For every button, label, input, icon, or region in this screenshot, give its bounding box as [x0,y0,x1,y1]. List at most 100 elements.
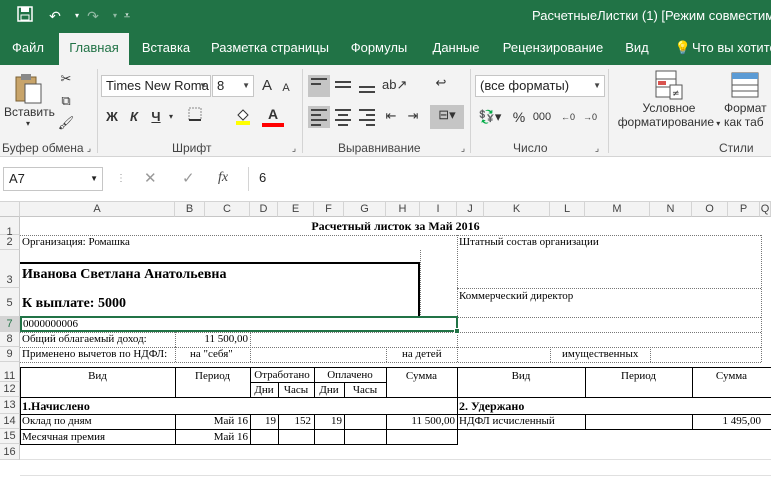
row-header-15[interactable]: 15 [0,429,20,444]
select-all-corner[interactable] [0,202,20,217]
font-name-select[interactable]: Times New Roma ▼ [101,75,211,97]
percent-button[interactable]: % [510,107,528,127]
column-header-c[interactable]: C [205,202,250,217]
chevron-down-icon: ▾ [714,119,721,128]
font-size-select[interactable]: 8 ▼ [212,75,254,97]
insert-function-icon[interactable]: fx [218,170,228,186]
tab-view[interactable]: Вид [618,33,656,65]
bold-button[interactable]: Ж [102,107,122,127]
row-header-16[interactable]: 16 [0,444,20,460]
align-right-icon[interactable] [356,106,378,128]
formula-input[interactable]: 6 [248,167,768,191]
chevron-down-icon: ▼ [593,81,601,90]
chevron-down-icon[interactable]: ▾ [166,107,176,127]
customize-icon[interactable]: ⩡ [116,6,138,26]
column-header-e[interactable]: E [278,202,314,217]
enter-icon[interactable]: ✓ [182,169,195,187]
number-group-label: Число [513,141,548,155]
row-header-14[interactable]: 14 [0,414,20,429]
font-color-icon[interactable]: A [262,105,284,127]
undo-icon[interactable]: ↶ [44,6,66,26]
borders-icon[interactable] [184,107,206,127]
column-header-h[interactable]: H [386,202,420,217]
accounting-format-icon[interactable]: 💱▾ [476,107,504,127]
column-header-p[interactable]: P [728,202,760,217]
thousands-button[interactable]: 000 [530,107,554,127]
row-header-13[interactable]: 13 [0,397,20,414]
tell-me-search[interactable]: Что вы хотите [692,33,771,65]
column-header-m[interactable]: M [585,202,650,217]
column-header-l[interactable]: L [550,202,585,217]
alignment-launcher-icon[interactable]: ⌟ [457,141,469,155]
cancel-icon[interactable]: ✕ [144,169,157,187]
merge-center-icon[interactable]: ⊟▾ [430,105,464,129]
decrease-indent-icon[interactable]: ⇤ [380,106,402,126]
column-header-k[interactable]: K [484,202,550,217]
column-header-i[interactable]: I [420,202,457,217]
dotted-border [457,288,761,289]
dotted-border [386,347,387,362]
tab-review[interactable]: Рецензирование [496,33,610,65]
row-header-9[interactable]: 9 [0,347,20,362]
row-header-12[interactable]: 12 [0,382,20,397]
tab-insert[interactable]: Вставка [134,33,198,65]
number-launcher-icon[interactable]: ⌟ [591,141,603,155]
orientation-icon[interactable]: ab↗ [382,75,407,95]
align-middle-icon[interactable] [332,75,354,97]
tab-data[interactable]: Данные [426,33,486,65]
fill-handle[interactable] [454,328,460,334]
table-border [250,382,386,383]
tab-formulas[interactable]: Формулы [342,33,416,65]
column-header-g[interactable]: G [344,202,386,217]
clipboard-launcher-icon[interactable]: ⌟ [83,141,95,155]
column-header-b[interactable]: B [175,202,205,217]
increase-decimal-icon[interactable]: ←0 [558,107,578,127]
align-left-icon[interactable] [308,106,330,128]
column-header-o[interactable]: O [692,202,728,217]
redo-icon[interactable]: ↷ [82,6,104,26]
shrink-font-icon[interactable]: A [278,78,294,98]
name-box[interactable]: A7 ▼ [3,167,103,191]
grow-font-icon[interactable]: A [258,76,276,96]
align-center-icon[interactable] [332,106,354,128]
row-header-3[interactable]: 3 [0,250,20,288]
font-launcher-icon[interactable]: ⌟ [288,141,300,155]
column-header-f[interactable]: F [314,202,344,217]
copy-icon[interactable]: ⧉ [56,91,76,111]
font-size-value: 8 [217,78,225,93]
tab-home[interactable]: Главная [59,33,129,65]
wrap-text-icon[interactable]: ↩ [430,73,452,93]
column-header-j[interactable]: J [457,202,484,217]
align-bottom-icon[interactable] [356,75,378,97]
row-header-2[interactable]: 2 [0,235,20,250]
row-14-worked-days: 19 [265,415,276,427]
selected-cell-a7[interactable] [20,316,458,332]
row-header-7[interactable]: 7 [0,317,20,332]
row-header-1[interactable]: 1 [0,217,20,238]
save-icon[interactable] [14,6,36,26]
column-header-n[interactable]: N [650,202,692,217]
chevron-down-icon[interactable]: ▼ [90,168,98,190]
align-top-icon[interactable] [308,75,330,97]
row-header-8[interactable]: 8 [0,332,20,347]
tab-page-layout[interactable]: Разметка страницы [208,33,332,65]
cut-icon[interactable]: ✂ [56,69,76,89]
column-header-a[interactable]: A [20,202,175,217]
row-header-11[interactable]: 11 [0,362,20,382]
underline-button[interactable]: Ч [146,107,166,127]
fill-color-icon[interactable] [232,107,254,131]
number-format-select[interactable]: (все форматы) ▼ [475,75,605,97]
paste-button[interactable]: Вставить ▾ [4,71,55,137]
format-painter-icon[interactable]: 🖌 [56,113,76,133]
format-as-table-button[interactable]: Формат как таб [724,69,771,141]
column-header-d[interactable]: D [250,202,278,217]
increase-indent-icon[interactable]: ⇥ [402,106,424,126]
column-header-q[interactable]: Q [760,202,771,217]
decrease-decimal-icon[interactable]: →0 [580,107,600,127]
row-header-5[interactable]: 5 [0,288,20,317]
tab-file[interactable]: Файл [0,33,56,65]
conditional-formatting-button[interactable]: ≠ Условное форматирование ▾ [614,69,724,141]
spreadsheet-grid[interactable]: A B C D E F G H I J K L M N O P Q 1 2 3 … [0,202,771,478]
italic-button[interactable]: К [124,107,144,127]
paste-dropdown-icon[interactable]: ▾ [4,119,52,128]
